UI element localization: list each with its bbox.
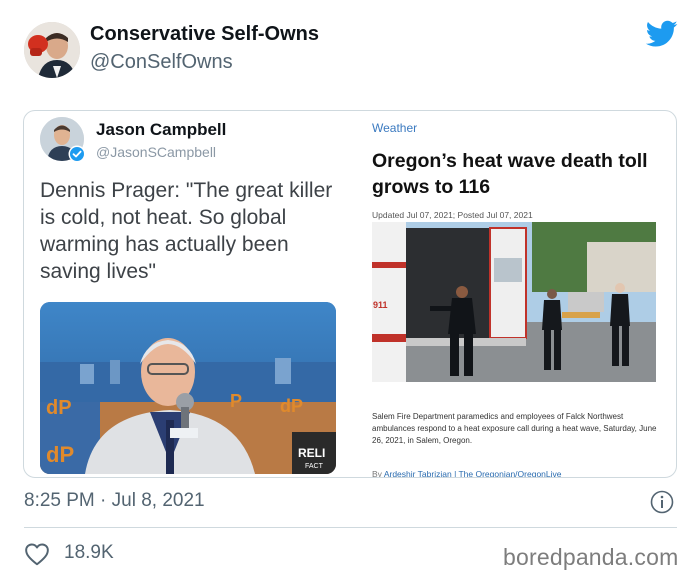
like-count[interactable]: 18.9K bbox=[64, 542, 114, 564]
embedded-author-name[interactable]: Jason Campbell bbox=[96, 120, 226, 140]
embedded-media-card[interactable]: Jason Campbell @JasonSCampbell Dennis Pr… bbox=[23, 110, 677, 478]
author-name[interactable]: Conservative Self-Owns bbox=[90, 23, 319, 46]
embedded-tweet-text: Dennis Prager: "The great killer is cold… bbox=[40, 179, 333, 283]
article-photo: 911 bbox=[372, 222, 656, 382]
author-avatar-image bbox=[24, 22, 80, 78]
heart-icon[interactable] bbox=[24, 542, 50, 566]
byline-author-link[interactable]: Ardeshir Tabrizian | The Oregonian/Orego… bbox=[384, 469, 562, 477]
twitter-bird-icon[interactable] bbox=[646, 20, 678, 48]
embedded-author-handle[interactable]: @JasonSCampbell bbox=[96, 144, 216, 160]
article-byline: By Ardeshir Tabrizian | The Oregonian/Or… bbox=[372, 469, 562, 478]
article-dateline: Updated Jul 07, 2021; Posted Jul 07, 202… bbox=[372, 210, 533, 220]
svg-text:dP: dP bbox=[46, 397, 72, 419]
verified-badge-icon bbox=[68, 145, 86, 163]
article-section-link[interactable]: Weather bbox=[372, 121, 417, 135]
svg-text:dP: dP bbox=[280, 396, 303, 416]
photo-overlay-text: RELI bbox=[298, 446, 325, 460]
studio-photo: dP dP P dP RELI FACT bbox=[40, 302, 336, 474]
tweet-timestamp[interactable]: 8:25 PM · Jul 8, 2021 bbox=[24, 490, 205, 512]
info-icon[interactable] bbox=[650, 490, 674, 514]
embedded-tweet-photo[interactable]: dP dP P dP RELI FACT bbox=[40, 302, 336, 474]
author-handle[interactable]: @ConSelfOwns bbox=[90, 51, 233, 74]
svg-text:dP: dP bbox=[46, 442, 74, 467]
footer-divider bbox=[24, 527, 677, 528]
byline-prefix: By bbox=[372, 469, 382, 478]
tweet-card: Conservative Self-Owns @ConSelfOwns Jaso… bbox=[0, 0, 700, 581]
author-avatar[interactable] bbox=[24, 22, 80, 78]
article-headline: Oregon’s heat wave death toll grows to 1… bbox=[372, 150, 648, 198]
svg-text:P: P bbox=[230, 391, 242, 411]
photo-overlay-text-2: FACT bbox=[305, 463, 324, 470]
watermark: boredpanda.com bbox=[503, 544, 679, 570]
ambulance-photo: 911 bbox=[372, 222, 656, 382]
article-photo-caption: Salem Fire Department paramedics and emp… bbox=[372, 412, 657, 445]
ambulance-number: 911 bbox=[373, 300, 388, 310]
article-screenshot: Weather Oregon’s heat wave death toll gr… bbox=[360, 111, 676, 478]
